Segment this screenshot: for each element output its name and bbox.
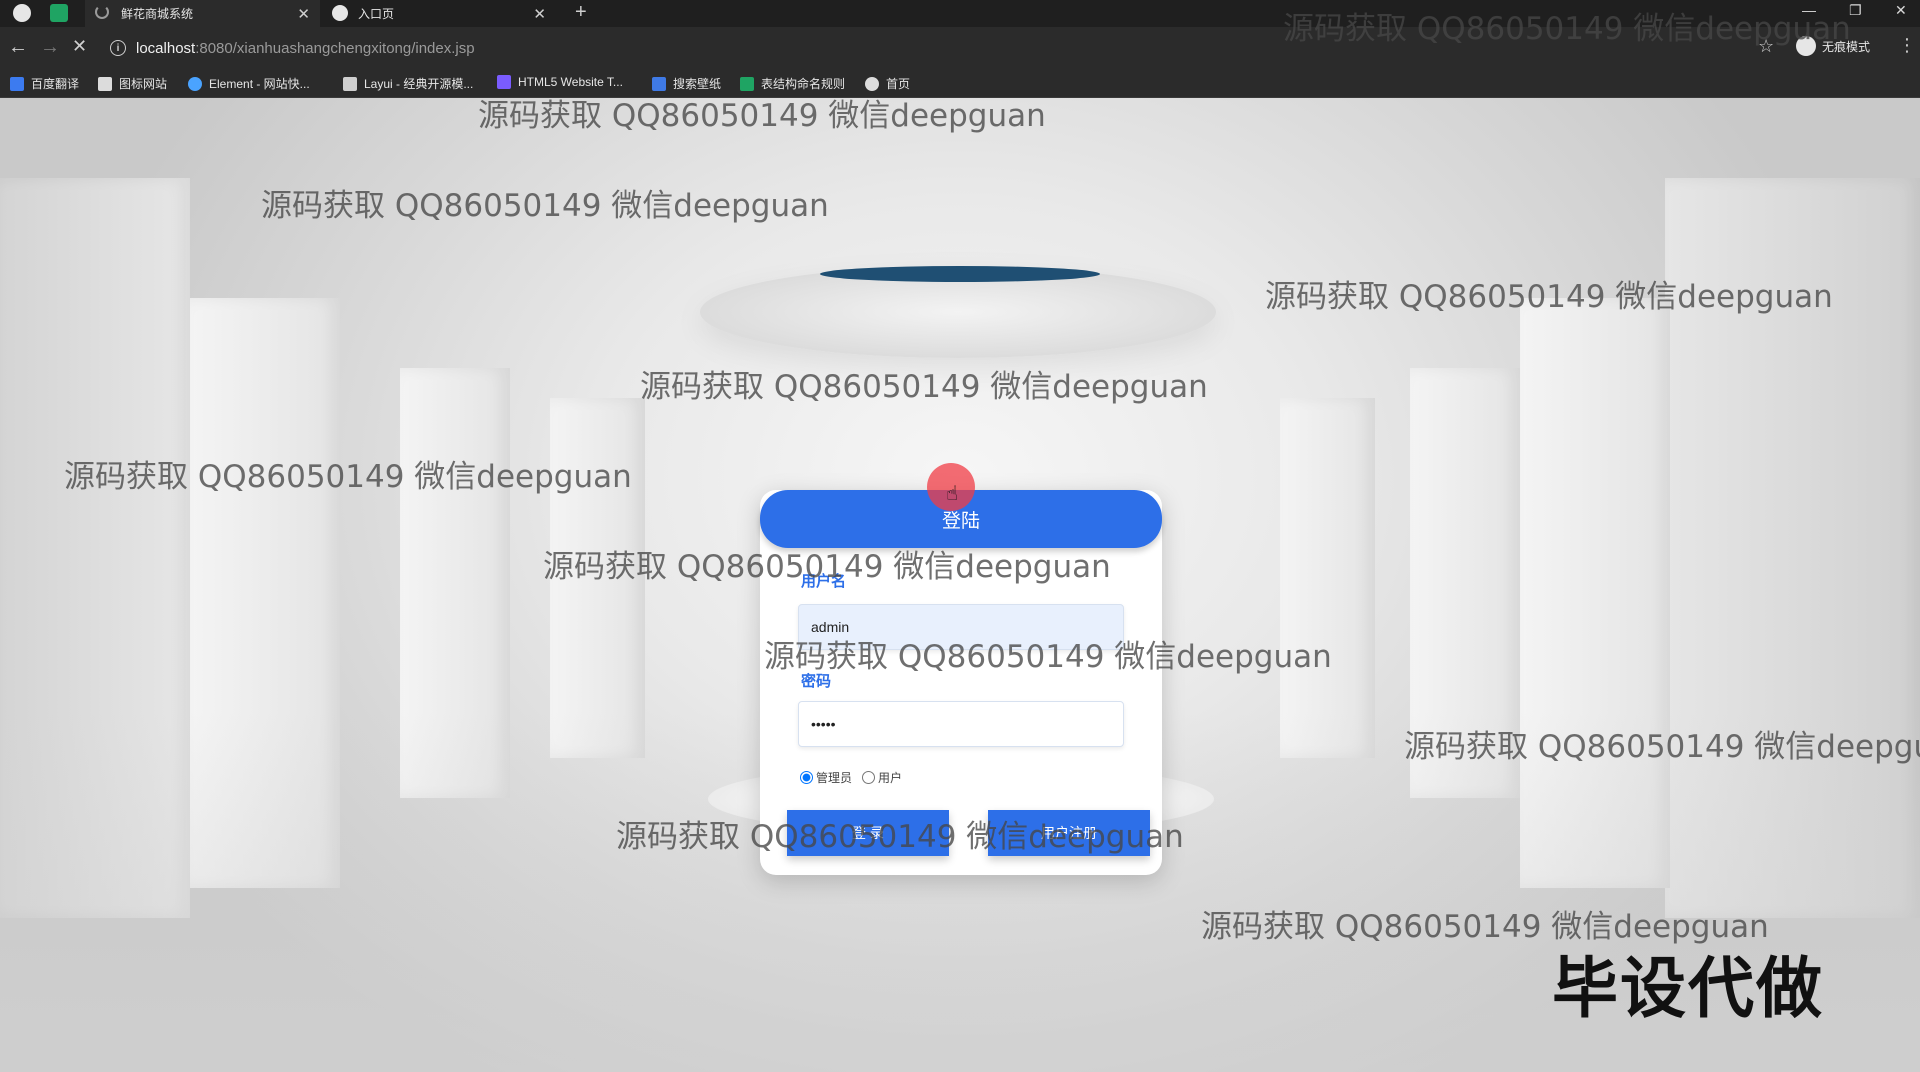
window-close-icon[interactable]: ✕ [1895,2,1907,19]
watermark-text: 源码获取 QQ86050149 微信deepguan [764,639,1332,675]
browser-menu-icon[interactable]: ⋮ [1898,35,1916,56]
site-info-icon[interactable]: i [110,40,126,56]
role-admin-option[interactable]: 管理员 [800,769,852,786]
html5-icon [497,75,511,89]
bookmark-naming-rules[interactable]: 表结构命名规则 [740,75,845,92]
watermark-text: 源码获取 QQ86050149 微信deepguan [478,98,1046,134]
browser-globe-icon[interactable] [13,4,31,22]
pinned-tab-icon[interactable] [50,4,68,22]
stop-loading-icon[interactable]: ✕ [72,36,87,57]
watermark-text: 源码获取 QQ86050149 微信deepguan [261,188,829,224]
globe-icon [865,76,879,91]
new-tab-button[interactable]: + [575,1,587,24]
close-tab-icon[interactable]: ✕ [297,5,310,23]
watermark-text: 源码获取 QQ86050149 微信deepgua [1404,729,1920,765]
globe-icon [332,5,348,21]
restore-icon[interactable]: ❐ [1849,2,1862,19]
bookmark-label: 图标网站 [119,77,168,91]
role-admin-label: 管理员 [816,771,853,785]
bookmark-label: 表结构命名规则 [761,77,846,91]
element-icon [188,76,202,91]
pointer-hand-icon: ☝ [946,483,959,505]
watermark-text: 源码获取 QQ86050149 微信deepguan [64,459,632,495]
watermark-text: 源码获取 QQ86050149 微信deepguan [1265,279,1833,315]
tab-label: 入口页 [358,7,395,21]
bookmarks-bar: 百度翻译 图标网站 Element - 网站快... Layui - 经典开源模… [0,67,1920,98]
watermark-text: 源码获取 QQ86050149 微信deepguan [543,549,1111,585]
overlay-stamp: 毕设代做 [1552,950,1824,1027]
ceiling-light [820,266,1100,282]
bookmark-label: Element - 网站快... [209,77,310,91]
layui-icon [343,76,357,91]
wallpaper-icon [652,76,666,91]
bookmark-element[interactable]: Element - 网站快... [188,75,310,92]
tab-flower-shop[interactable]: 鲜花商城系统 ✕ [85,0,320,27]
watermark-text: 源码获取 QQ86050149 微信deepguan [640,369,1208,405]
tab-label: 鲜花商城系统 [121,7,194,21]
bookmark-label: 百度翻译 [31,77,80,91]
pillar [1280,398,1375,758]
url-host: localhost [136,39,196,57]
bookmark-label: 首页 [886,77,911,91]
flag-icon [98,76,112,91]
role-selector: 管理员 用户 [800,769,912,786]
bookmark-baidu-translate[interactable]: 百度翻译 [10,75,79,92]
loading-spinner-icon [95,5,109,19]
sheet-icon [740,76,754,91]
bookmark-layui[interactable]: Layui - 经典开源模... [343,75,473,92]
bookmark-label: Layui - 经典开源模... [364,77,474,91]
back-arrow-icon[interactable]: ← [8,36,28,59]
role-user-option[interactable]: 用户 [862,769,902,786]
tab-entry-page[interactable]: 入口页 ✕ [322,0,556,27]
role-admin-radio[interactable] [800,771,813,784]
bookmark-html5-templates[interactable]: HTML5 Website T... [497,75,623,89]
watermark-text: 源码获取 QQ86050149 微信deepguan [1283,11,1851,47]
page-viewport: 登陆 用户名 密码 管理员 用户 登 录 用户注册 ☝ 源码获取 QQ86050… [0,98,1920,1072]
forward-arrow-icon[interactable]: → [40,36,60,59]
translate-icon [10,76,24,91]
watermark-text: 源码获取 QQ86050149 微信deepguan [616,819,1184,855]
bookmark-label: 搜索壁纸 [673,77,722,91]
role-user-radio[interactable] [862,771,876,784]
role-user-label: 用户 [878,771,903,785]
url-path: :8080/xianhuashangchengxitong/index.jsp [195,39,475,57]
bookmark-home[interactable]: 首页 [865,75,910,92]
bookmark-label: HTML5 Website T... [518,75,623,89]
bookmark-icon-site[interactable]: 图标网站 [98,75,167,92]
close-tab-icon[interactable]: ✕ [533,5,546,23]
password-input[interactable] [798,701,1124,747]
bookmark-wallpaper[interactable]: 搜索壁纸 [652,75,721,92]
